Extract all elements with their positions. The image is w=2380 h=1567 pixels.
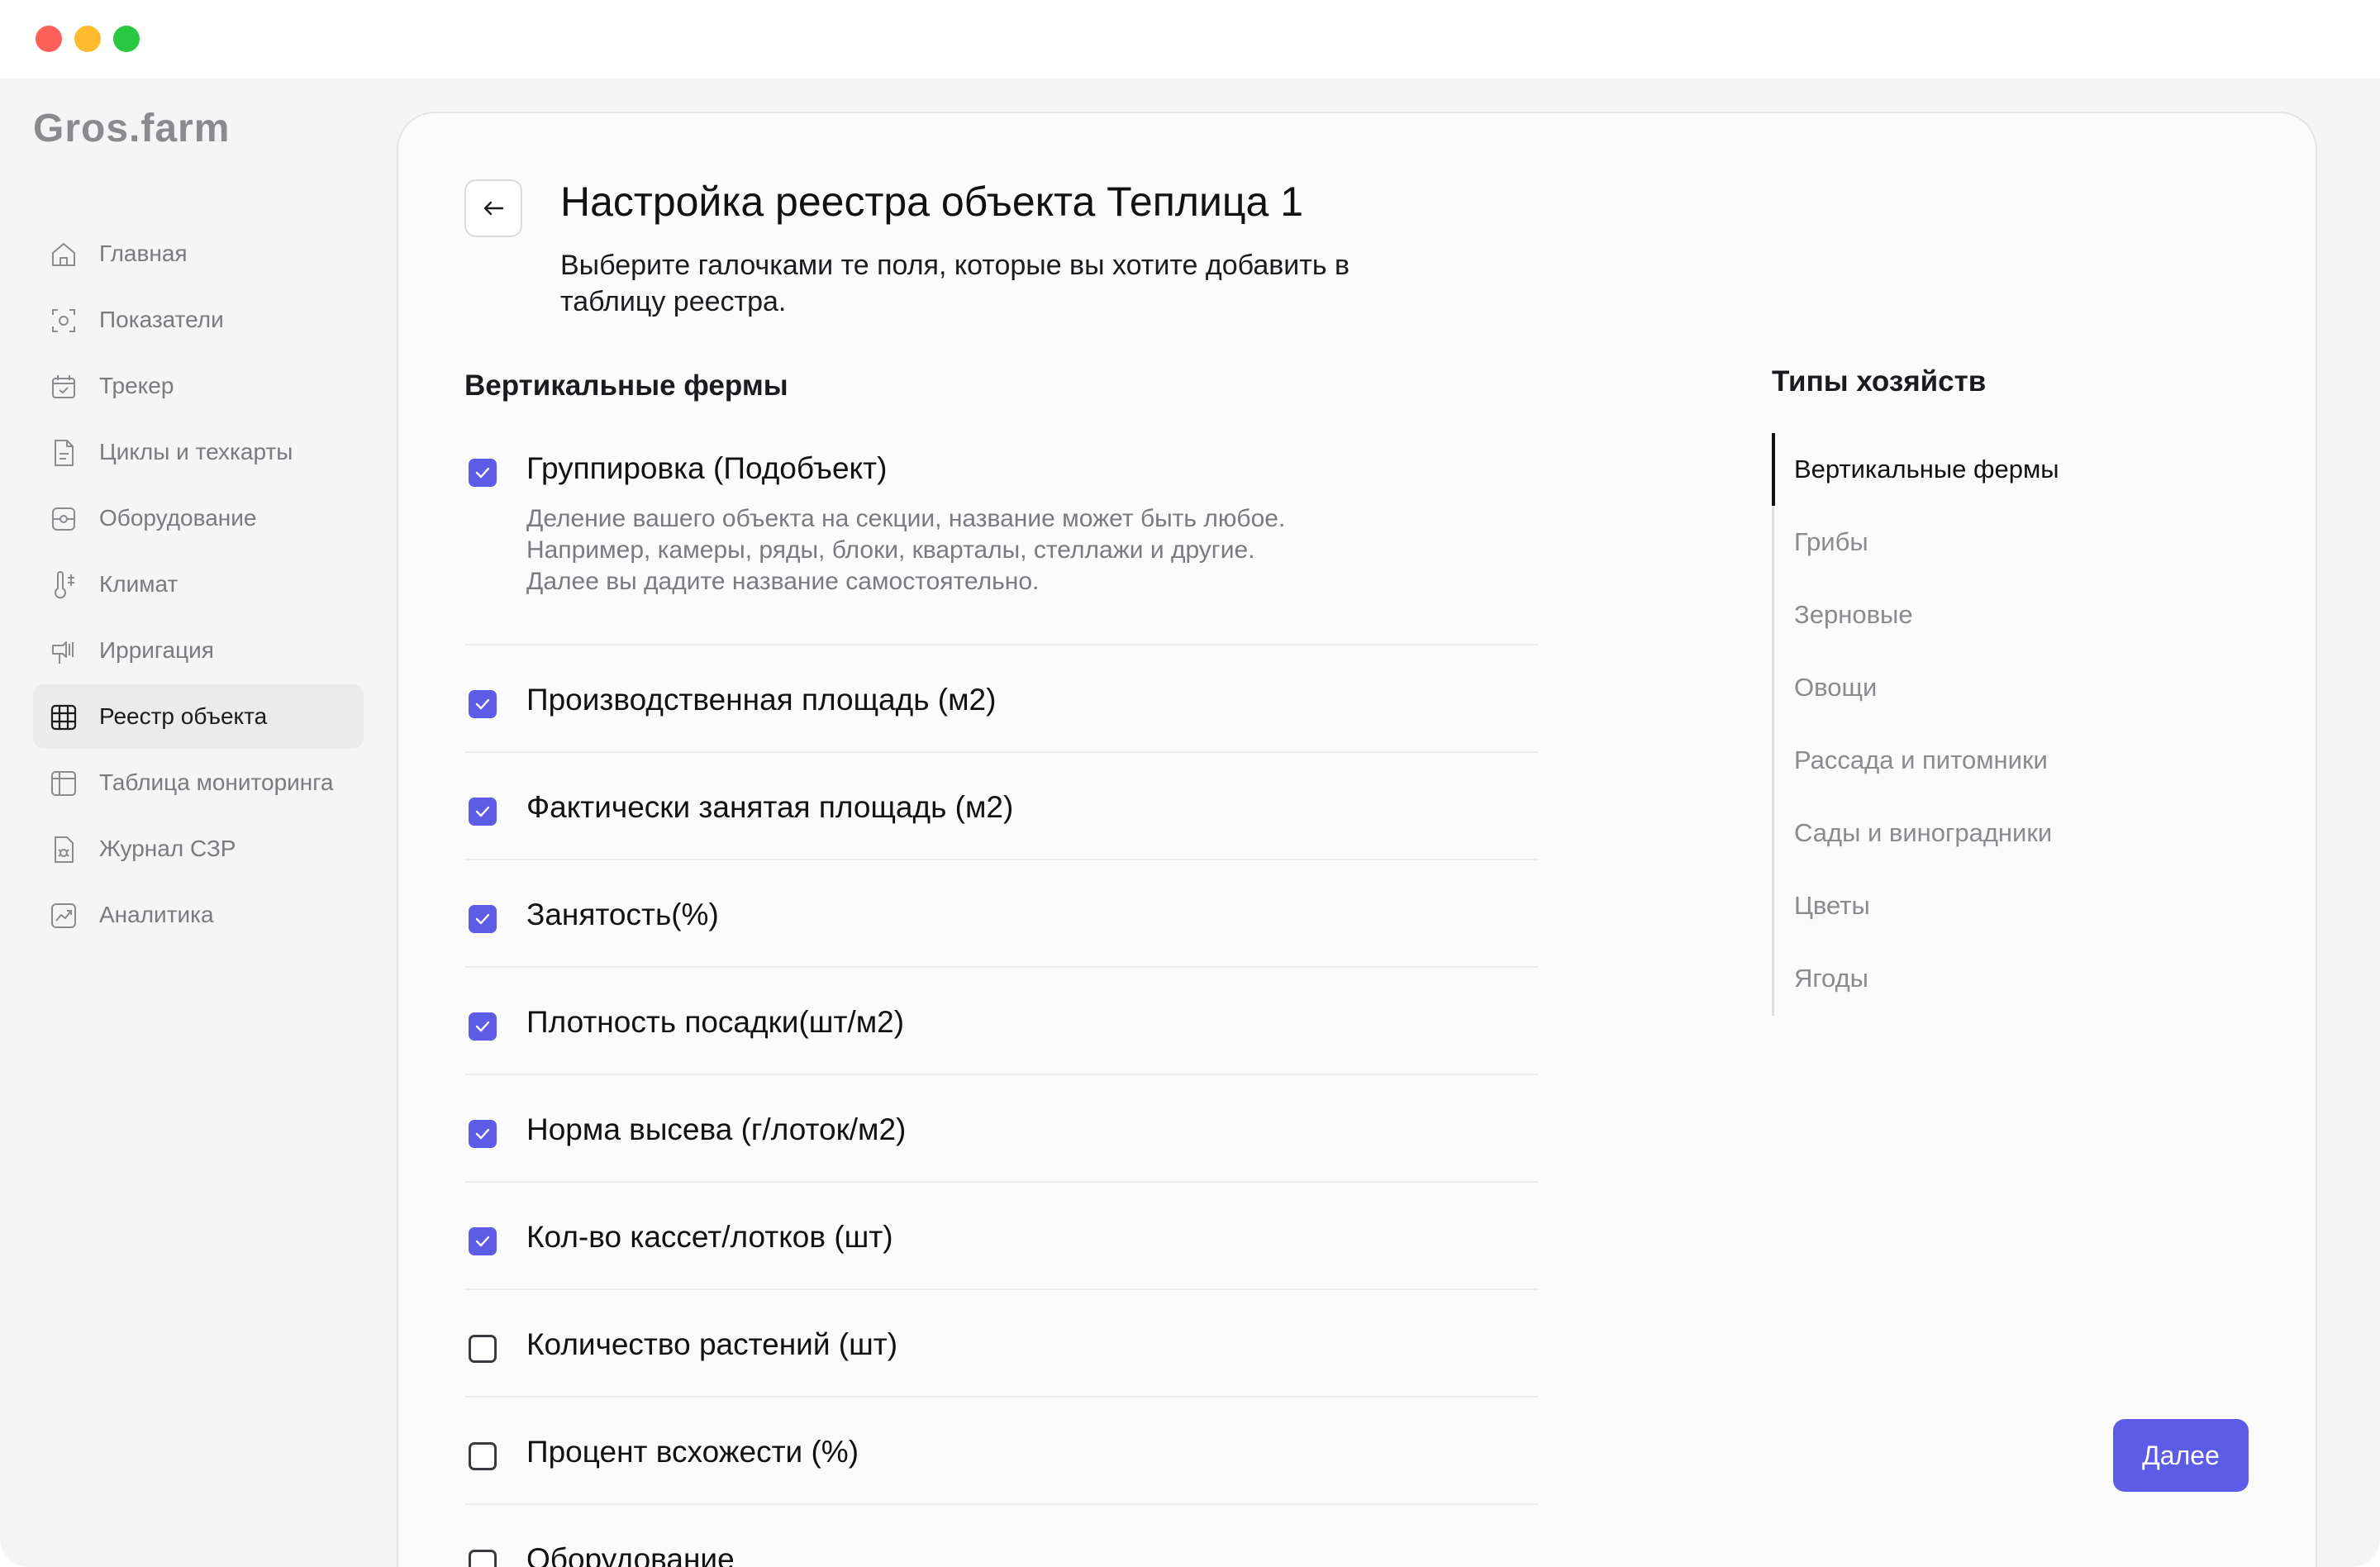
field-label: Процент всхожести (%) <box>526 1435 859 1469</box>
thermometer-icon <box>48 569 79 601</box>
farm-type-item[interactable]: Рассада и питомники <box>1774 724 2121 797</box>
field-label: Оборудование <box>526 1542 735 1567</box>
farm-type-item[interactable]: Ягоды <box>1774 942 2121 1015</box>
document-icon <box>48 437 79 469</box>
checkbox-checked[interactable] <box>469 1120 497 1148</box>
field-row: Плотность посадки(шт/м2) <box>464 968 1539 1075</box>
field-label: Количество растений (шт) <box>526 1327 898 1361</box>
checkbox-checked[interactable] <box>469 798 497 826</box>
maximize-window-button[interactable] <box>113 26 140 52</box>
field-row: Производственная площадь (м2) <box>464 645 1539 753</box>
description-line: Например, камеры, ряды, блоки, кварталы,… <box>526 536 1255 564</box>
sidebar-item-9[interactable]: Таблица мониторинга <box>33 750 364 815</box>
sidebar-item-label: Реестр объекта <box>99 703 268 729</box>
field-row: Количество растений (шт) <box>464 1290 1539 1398</box>
sidebar-item-11[interactable]: Аналитика <box>33 883 364 947</box>
app-window: Gros.farm Главная Показатели Трекер Циклы и… <box>0 0 2380 1567</box>
grid-icon <box>48 702 79 733</box>
sidebar-item-label: Главная <box>99 241 188 266</box>
journal-icon <box>48 834 79 865</box>
sidebar-item-7[interactable]: Ирригация <box>33 618 364 683</box>
description-line: Деление вашего объекта на секции, назван… <box>526 505 1286 532</box>
checkbox-checked[interactable] <box>469 1227 497 1255</box>
sidebar-item-5[interactable]: Оборудование <box>33 486 364 550</box>
field-row: Фактически занятая площадь (м2) <box>464 753 1539 860</box>
sidebar-item-label: Оборудование <box>99 505 257 531</box>
calendar-icon <box>48 371 79 402</box>
farm-type-item[interactable]: Зерновые <box>1774 579 2121 651</box>
sidebar-item-label: Показатели <box>99 307 224 332</box>
sidebar-item-label: Ирригация <box>99 637 214 663</box>
field-label: Фактически занятая площадь (м2) <box>526 790 1014 824</box>
sidebar-item-10[interactable]: Журнал СЗР <box>33 817 364 881</box>
farm-types-list: Вертикальные фермы Грибы Зерновые Овощи Расс… <box>1772 433 2121 1016</box>
field-row: Оборудование <box>464 1505 1539 1567</box>
sidebar-item-label: Трекер <box>99 373 174 398</box>
sidebar-item-8[interactable]: Реестр объекта <box>33 684 364 749</box>
sidebar-nav: Главная Показатели Трекер Циклы и техкарты О… <box>33 221 364 949</box>
field-description: Деление вашего объекта на секции, назван… <box>526 503 1518 598</box>
page-title: Настройка реестра объекта Теплица 1 <box>560 179 1304 225</box>
field-row: Кол-во кассет/лотков (шт) <box>464 1183 1539 1290</box>
sidebar-item-4[interactable]: Циклы и техкарты <box>33 420 364 484</box>
sidebar-item-3[interactable]: Трекер <box>33 354 364 418</box>
next-button[interactable]: Далее <box>2113 1419 2249 1492</box>
checkbox-unchecked[interactable] <box>469 1442 497 1470</box>
checkbox-unchecked[interactable] <box>469 1335 497 1363</box>
farm-type-item[interactable]: Грибы <box>1774 506 2121 579</box>
back-button[interactable] <box>464 179 522 237</box>
close-window-button[interactable] <box>36 26 62 52</box>
checkbox-checked[interactable] <box>469 459 497 487</box>
field-row: Норма высева (г/лоток/м2) <box>464 1075 1539 1183</box>
sidebar-item-2[interactable]: Показатели <box>33 288 364 352</box>
checkbox-checked[interactable] <box>469 905 497 933</box>
table-icon <box>48 768 79 799</box>
field-label: Группировка (Подобъект) <box>526 451 888 485</box>
equipment-icon <box>48 503 79 535</box>
field-label: Норма высева (г/лоток/м2) <box>526 1112 907 1146</box>
farm-type-item[interactable]: Сады и виноградники <box>1774 797 2121 869</box>
sidebar-item-label: Таблица мониторинга <box>99 769 334 795</box>
page-subtitle: Выберите галочками те поля, которые вы х… <box>560 250 1350 317</box>
sidebar-item-6[interactable]: Климат <box>33 552 364 617</box>
field-row: Процент всхожести (%) <box>464 1398 1539 1505</box>
sidebar-item-label: Климат <box>99 571 178 597</box>
sidebar-item-label: Циклы и техкарты <box>99 439 293 464</box>
description-line: Далее вы дадите название самостоятельно. <box>526 568 1040 595</box>
analytics-icon <box>48 900 79 931</box>
field-label: Занятость(%) <box>526 898 719 931</box>
checkbox-checked[interactable] <box>469 1012 497 1041</box>
arrow-left-icon <box>483 201 504 216</box>
field-label: Производственная площадь (м2) <box>526 683 997 717</box>
checkbox-unchecked[interactable] <box>469 1550 497 1567</box>
fields-list: Группировка (Подобъект) Деление вашего об… <box>464 427 1539 1567</box>
sidebar-item-label: Журнал СЗР <box>99 836 236 861</box>
farm-type-item[interactable]: Овощи <box>1774 651 2121 724</box>
irrigation-icon <box>48 636 79 667</box>
field-row: Занятость(%) <box>464 860 1539 968</box>
sidebar-item-1[interactable]: Главная <box>33 221 364 286</box>
field-row: Группировка (Подобъект) Деление вашего об… <box>464 427 1539 645</box>
title-bar <box>0 0 2380 79</box>
main-card: Настройка реестра объекта Теплица 1 Выбе… <box>397 112 2317 1567</box>
section-title: Вертикальные фермы <box>464 369 788 402</box>
checkbox-checked[interactable] <box>469 690 497 718</box>
home-icon <box>48 239 79 270</box>
field-label: Плотность посадки(шт/м2) <box>526 1005 905 1039</box>
minimize-window-button[interactable] <box>74 26 101 52</box>
types-title: Типы хозяйств <box>1772 365 1987 398</box>
indicators-icon <box>48 305 79 336</box>
farm-type-item[interactable]: Вертикальные фермы <box>1772 433 2121 506</box>
farm-type-item[interactable]: Цветы <box>1774 869 2121 942</box>
logo[interactable]: Gros.farm <box>33 106 230 151</box>
field-label: Кол-во кассет/лотков (шт) <box>526 1220 893 1254</box>
sidebar-item-label: Аналитика <box>99 902 214 927</box>
